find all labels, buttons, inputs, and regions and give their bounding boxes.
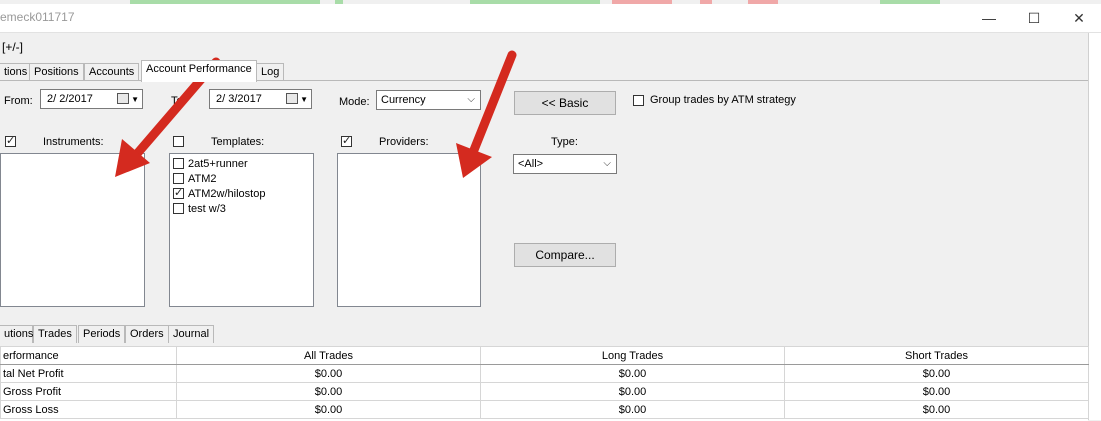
tab-account-performance[interactable]: Account Performance [141,60,257,82]
red-arrow-icon [456,50,517,178]
